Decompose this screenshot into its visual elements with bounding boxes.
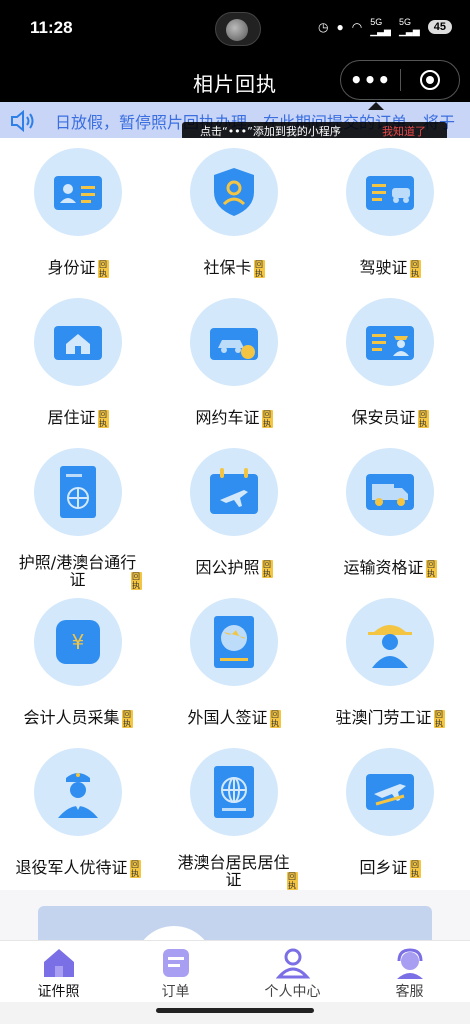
service-item-social-security[interactable]: 社保卡 回执 — [156, 138, 312, 288]
receipt-badge: 回执 — [121, 709, 133, 728]
tab-label: 订单 — [161, 984, 190, 1000]
receipt-badge: 回执 — [409, 259, 421, 278]
service-label: 社保卡 — [203, 258, 252, 277]
service-label: 外国人签证 — [187, 708, 268, 727]
tab-orders[interactable]: 订单 — [117, 947, 234, 1001]
service-item-return-home[interactable]: 回乡证 回执 — [312, 738, 468, 888]
title-bar: 相片回执 ••• — [0, 58, 470, 102]
receipt-badge: 回执 — [417, 409, 429, 428]
residence-permit-icon — [34, 298, 122, 386]
return-home-plane-icon — [346, 748, 434, 836]
customer-service-icon — [396, 948, 423, 979]
battery-icon: 45 — [427, 20, 452, 34]
service-item-id-card[interactable]: 身份证 回执 — [0, 138, 156, 288]
speaker-icon — [11, 110, 34, 132]
tip-arrow — [368, 102, 384, 110]
social-security-shield-icon — [190, 148, 278, 236]
mini-program-capsule: ••• — [340, 60, 460, 100]
macau-worker-icon — [346, 598, 434, 686]
service-label: 保安员证 — [351, 408, 416, 427]
wifi-icon: ◠ — [351, 20, 363, 34]
service-label: 退役军人优待证 — [15, 858, 128, 877]
security-guard-card-icon — [346, 298, 434, 386]
driving-license-icon — [346, 148, 434, 236]
veteran-icon — [34, 748, 122, 836]
receipt-badge: 回执 — [97, 259, 109, 278]
receipt-badge: 回执 — [269, 709, 281, 728]
order-icon — [162, 949, 189, 977]
service-label: 驾驶证 — [359, 258, 408, 277]
service-grid: 身份证 回执 社保卡 回执 驾驶证 回执 居住证 回执 网约车证 回执 保安员证 回执 — [0, 138, 470, 890]
more-button[interactable]: ••• — [341, 68, 400, 92]
status-icons: ◷ ● ◠ 5G ▁▃▅ 5G ▁▃▅ 45 — [318, 18, 452, 36]
receipt-badge: 回执 — [97, 409, 109, 428]
tab-bar: 证件照 订单 个人中心 客服 — [0, 940, 470, 1002]
tip-text: 点击“•••”添加到我的小程序 — [200, 125, 341, 138]
tab-id-photo[interactable]: 证件照 — [0, 947, 117, 1001]
service-item-ride-hailing[interactable]: 网约车证 回执 — [156, 288, 312, 438]
foreigner-visa-icon — [190, 598, 278, 686]
service-label: 港澳台居民居住证 — [177, 853, 290, 889]
service-item-security-guard[interactable]: 保安员证 回执 — [312, 288, 468, 438]
id-card-icon — [34, 148, 122, 236]
signal-icon-1: 5G ▁▃▅ — [370, 17, 391, 36]
service-label: 运输资格证 — [343, 558, 424, 577]
service-item-driving-license[interactable]: 驾驶证 回执 — [312, 138, 468, 288]
status-bar: 11:28 ◷ ● ◠ 5G ▁▃▅ 5G ▁▃▅ 45 — [0, 0, 470, 58]
transport-truck-icon — [346, 448, 434, 536]
tab-customer-service[interactable]: 客服 — [351, 947, 468, 1001]
receipt-badge: 回执 — [425, 559, 437, 578]
receipt-badge: 回执 — [433, 709, 445, 728]
tab-label: 客服 — [395, 984, 424, 1000]
service-label: 网约车证 — [195, 408, 260, 427]
signal-icon-2: 5G ▁▃▅ — [398, 17, 420, 36]
service-label: 因公护照 — [195, 558, 260, 577]
receipt-badge: 回执 — [253, 259, 265, 278]
service-item-passport[interactable]: 护照/港澳台通行证 回执 — [0, 438, 156, 590]
official-passport-calendar-icon — [190, 448, 278, 536]
service-item-official-passport[interactable]: 因公护照 回执 — [156, 438, 312, 588]
tab-label: 证件照 — [37, 984, 80, 1000]
service-label: 会计人员采集 — [23, 708, 120, 727]
service-label: 驻澳门劳工证 — [335, 708, 432, 727]
service-item-veteran[interactable]: 退役军人优待证 回执 — [0, 738, 156, 888]
service-label: 护照/港澳台通行证 — [18, 553, 137, 589]
home-icon — [43, 949, 74, 977]
service-label: 回乡证 — [359, 858, 408, 877]
tab-label: 个人中心 — [264, 984, 321, 1000]
svg-text:¥: ¥ — [72, 630, 85, 654]
globe-passport-icon — [190, 748, 278, 836]
receipt-badge: 回执 — [261, 559, 273, 578]
tab-profile[interactable]: 个人中心 — [234, 947, 351, 1001]
receipt-badge: 回执 — [409, 859, 421, 878]
tip-dismiss-button[interactable]: 我知道了 — [382, 123, 426, 138]
home-indicator[interactable] — [156, 1008, 314, 1013]
service-label: 居住证 — [47, 408, 96, 427]
camera-icon — [226, 19, 248, 41]
system-nav-area — [0, 1002, 470, 1024]
promo-banner[interactable] — [38, 906, 432, 940]
user-icon — [275, 948, 310, 979]
receipt-badge: 回执 — [261, 409, 273, 428]
service-item-hk-mo-tw-residence[interactable]: 港澳台居民居住证 回执 — [156, 738, 312, 890]
service-item-foreigner-visa[interactable]: 外国人签证 回执 — [156, 588, 312, 738]
notice-bar[interactable]: 日放假，暂停照片回执办理。在此期间提交的订单，将于 点击“•••”添加到我的小程… — [0, 102, 470, 138]
service-label: 身份证 — [47, 258, 96, 277]
passport-icon — [34, 448, 122, 536]
receipt-badge: 回执 — [129, 859, 141, 878]
service-item-macau-worker[interactable]: 驻澳门劳工证 回执 — [312, 588, 468, 738]
service-item-accountant[interactable]: ¥ 会计人员采集 回执 — [0, 588, 156, 738]
alarm-icon: ◷ — [318, 20, 329, 34]
service-item-transport[interactable]: 运输资格证 回执 — [312, 438, 468, 588]
camera-pill — [215, 12, 261, 46]
ride-hailing-car-icon — [190, 298, 278, 386]
close-button[interactable] — [401, 70, 459, 90]
status-time: 11:28 — [30, 18, 73, 37]
record-icon — [419, 70, 440, 90]
service-item-residence-permit[interactable]: 居住证 回执 — [0, 288, 156, 438]
accountant-yen-icon: ¥ — [34, 598, 122, 686]
notification-icon: ● — [336, 20, 344, 34]
